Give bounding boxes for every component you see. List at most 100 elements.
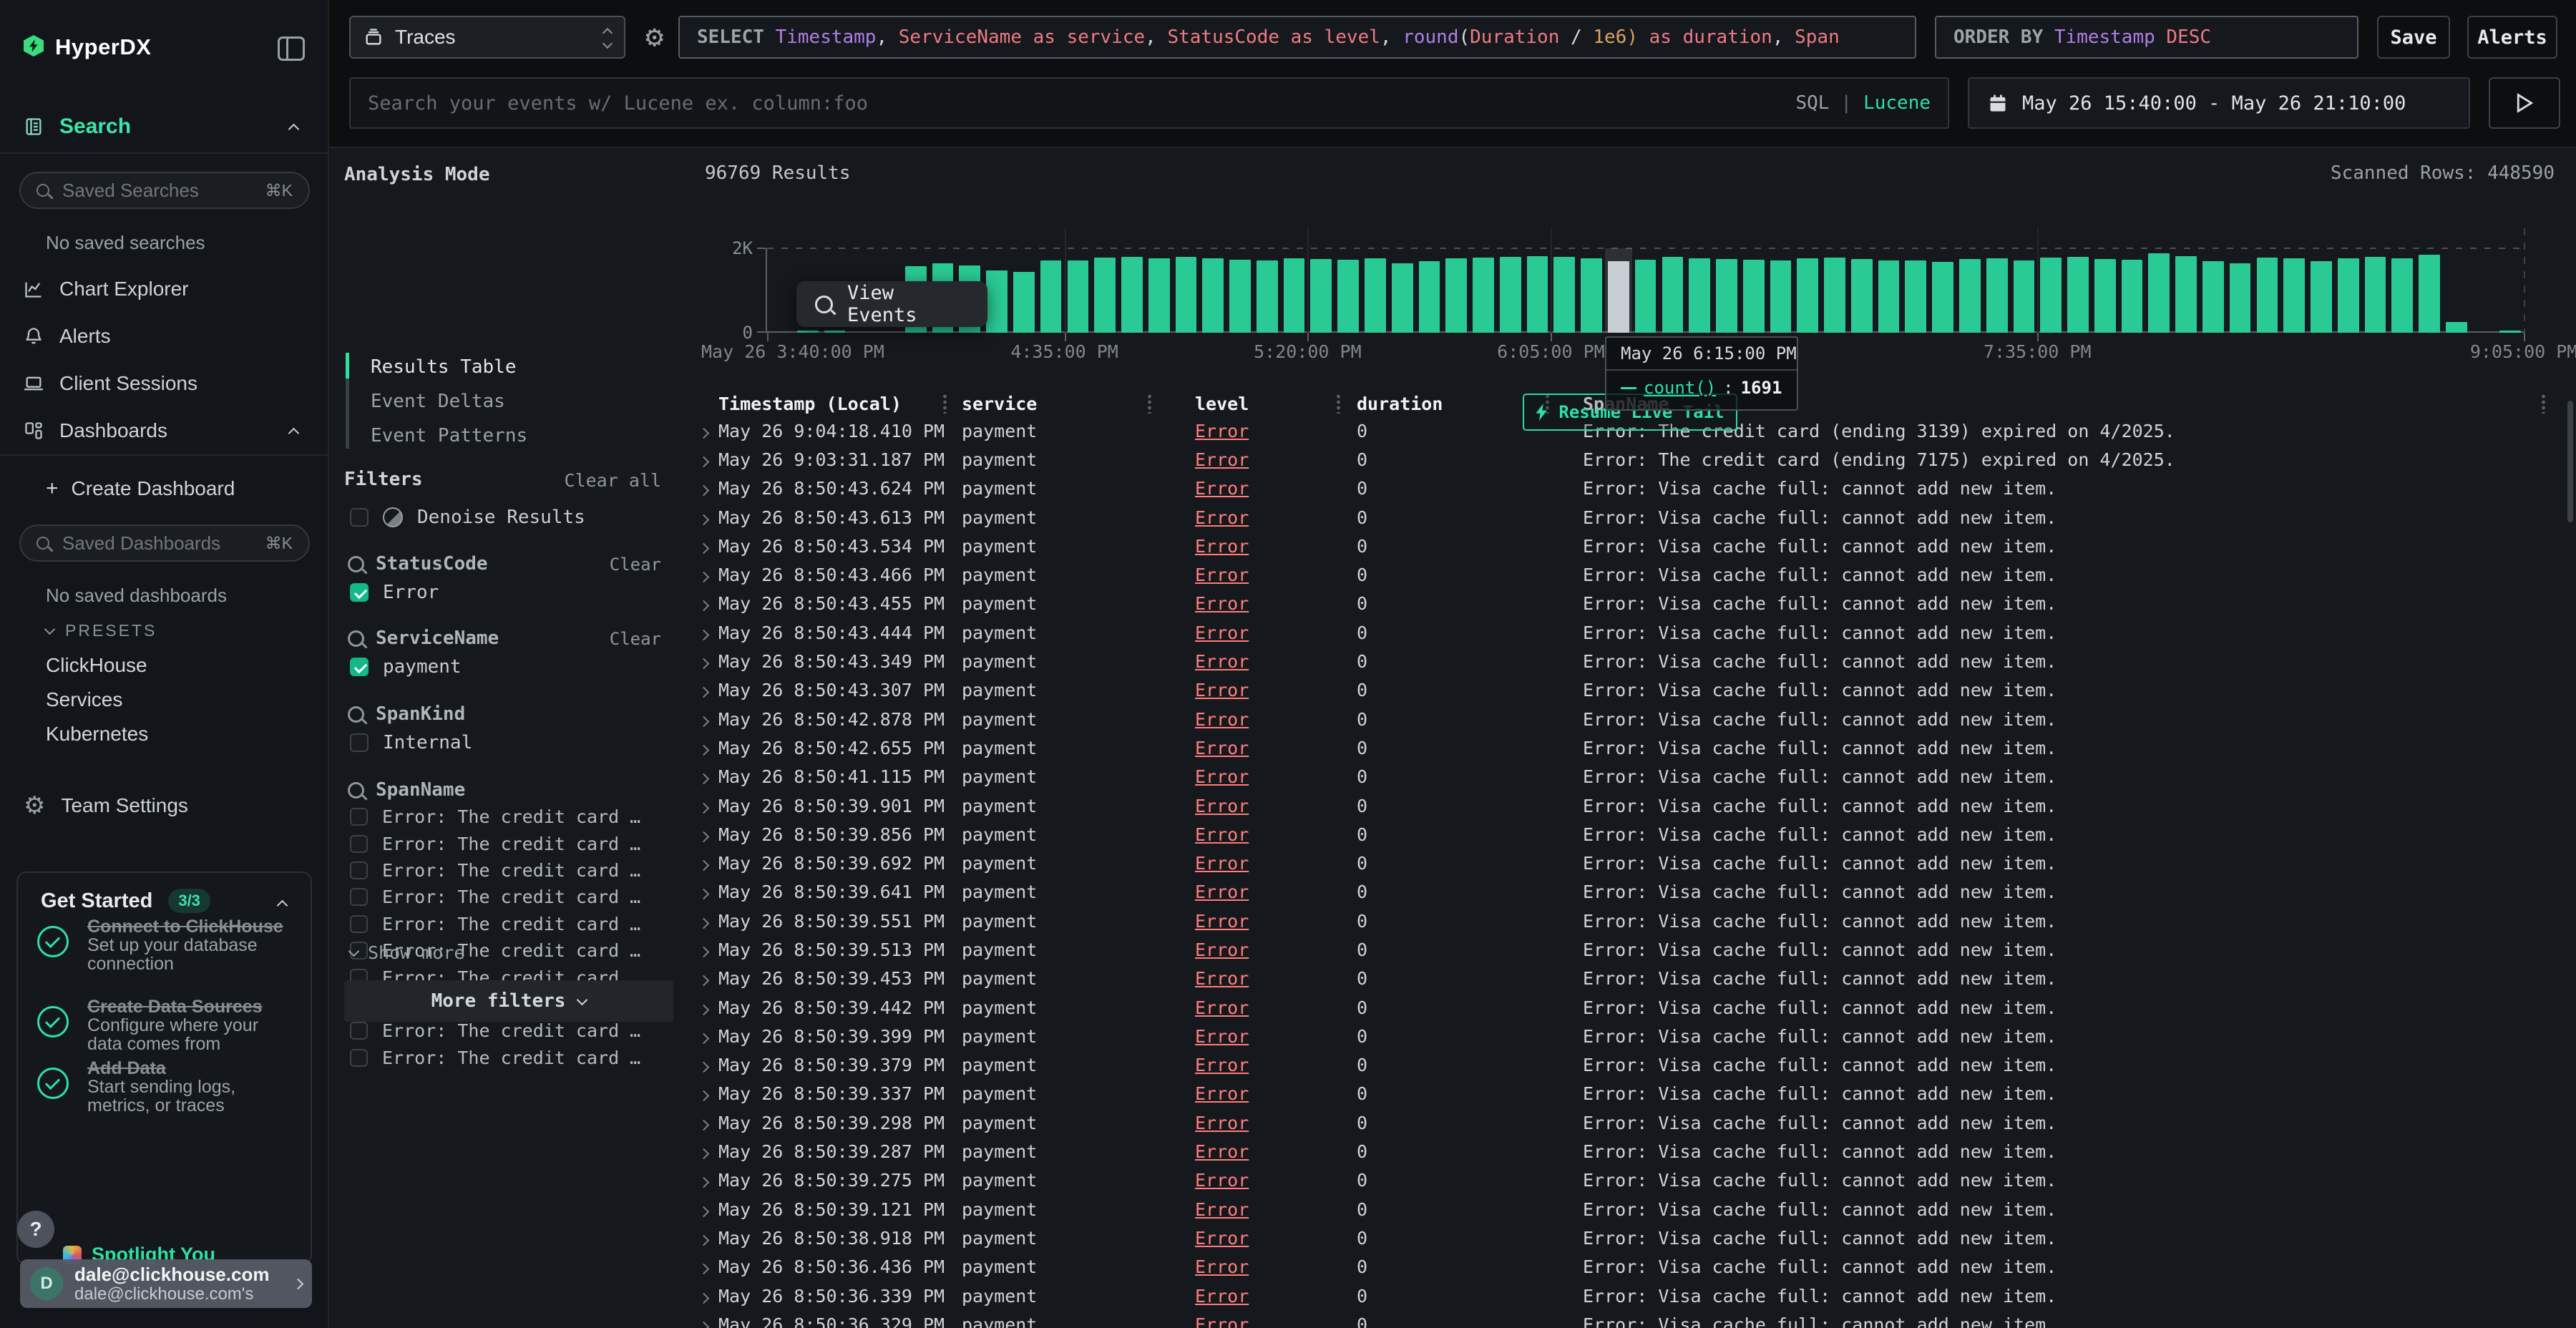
histogram-bar[interactable] — [1121, 257, 1143, 333]
more-filters-button[interactable]: More filters — [344, 980, 673, 1022]
histogram-bar[interactable] — [1310, 259, 1332, 333]
expand-row-chevron-icon[interactable] — [698, 456, 710, 468]
col-level[interactable]: level — [1195, 394, 1357, 414]
histogram-bar[interactable] — [2257, 258, 2278, 333]
expand-row-chevron-icon[interactable] — [698, 514, 710, 525]
checkbox-icon[interactable] — [350, 915, 368, 933]
table-row[interactable]: May 26 8:50:39.453 PMpaymentError0Error:… — [694, 965, 2576, 993]
lang-sql-option[interactable]: SQL — [1795, 92, 1829, 114]
histogram-bar[interactable] — [1689, 258, 1710, 333]
expand-row-chevron-icon[interactable] — [698, 1148, 710, 1160]
expand-row-chevron-icon[interactable] — [698, 947, 710, 958]
expand-row-chevron-icon[interactable] — [698, 716, 710, 727]
histogram-bar[interactable] — [1986, 258, 2008, 333]
histogram-bar[interactable] — [824, 331, 846, 333]
histogram-bar[interactable] — [2175, 256, 2197, 333]
histogram-bar[interactable] — [1878, 260, 1900, 333]
histogram-bar[interactable] — [2202, 261, 2224, 333]
collapse-sidebar-icon[interactable] — [278, 36, 305, 61]
expand-row-chevron-icon[interactable] — [698, 831, 710, 843]
sidebar-item-dashboards[interactable]: Dashboards — [0, 411, 329, 451]
expand-row-chevron-icon[interactable] — [698, 1264, 710, 1275]
histogram-bar[interactable] — [1824, 258, 1845, 333]
column-resize-handle-icon[interactable] — [2542, 394, 2545, 414]
get-started-item[interactable]: Create Data Sources Configure where your… — [87, 997, 296, 1053]
table-row[interactable]: May 26 8:50:43.624 PMpaymentError0Error:… — [694, 474, 2576, 503]
checkbox-checked-icon[interactable] — [350, 583, 369, 602]
histogram-bar[interactable] — [1229, 260, 1251, 333]
histogram-bar[interactable] — [2419, 255, 2440, 333]
filter-option-payment[interactable]: payment — [350, 656, 462, 678]
denoise-results-option[interactable]: Denoise Results — [350, 507, 585, 528]
get-started-item[interactable]: Connect to ClickHouse Set up your databa… — [87, 917, 296, 973]
source-select[interactable]: Traces — [349, 16, 625, 59]
expand-row-chevron-icon[interactable] — [698, 572, 710, 583]
histogram-bar[interactable] — [1608, 261, 1629, 333]
histogram-bar[interactable] — [1445, 258, 1467, 333]
histogram-bar[interactable] — [1553, 257, 1575, 333]
histogram-bar[interactable] — [2094, 259, 2116, 333]
checkbox-icon[interactable] — [350, 861, 368, 879]
sidebar-item-chart-explorer[interactable]: Chart Explorer — [0, 269, 329, 309]
histogram-bar[interactable] — [1770, 260, 1792, 333]
expand-row-chevron-icon[interactable] — [698, 600, 710, 612]
col-timestamp[interactable]: Timestamp (Local) — [718, 394, 962, 414]
table-row[interactable]: May 26 8:50:39.399 PMpaymentError0Error:… — [694, 1022, 2576, 1050]
table-row[interactable]: May 26 8:50:43.349 PMpaymentError0Error:… — [694, 647, 2576, 675]
table-row[interactable]: May 26 8:50:39.275 PMpaymentError0Error:… — [694, 1166, 2576, 1195]
sidebar-item-search[interactable]: Search — [0, 107, 329, 147]
checkbox-icon[interactable] — [350, 1022, 368, 1040]
table-row[interactable]: May 26 8:50:43.534 PMpaymentError0Error:… — [694, 532, 2576, 560]
expand-row-chevron-icon[interactable] — [698, 543, 710, 555]
checkbox-icon[interactable] — [350, 733, 369, 752]
checkbox-icon[interactable] — [350, 835, 368, 853]
table-row[interactable]: May 26 8:50:42.655 PMpaymentError0Error:… — [694, 733, 2576, 762]
clear-servicename-button[interactable]: Clear — [610, 629, 661, 649]
histogram-bar[interactable] — [2148, 253, 2170, 333]
histogram-bar[interactable] — [1500, 257, 1521, 333]
histogram-bar[interactable] — [2014, 260, 2035, 333]
filter-option-error[interactable]: Error — [350, 582, 439, 603]
table-row[interactable]: May 26 8:50:39.856 PMpaymentError0Error:… — [694, 820, 2576, 849]
histogram-bar[interactable] — [2283, 258, 2305, 333]
checkbox-icon[interactable] — [350, 1049, 368, 1067]
histogram-bar[interactable] — [2338, 258, 2359, 333]
table-row[interactable]: May 26 8:50:41.115 PMpaymentError0Error:… — [694, 763, 2576, 791]
histogram-bar[interactable] — [1716, 259, 1737, 333]
clear-all-button[interactable]: Clear all — [565, 470, 661, 491]
expand-row-chevron-icon[interactable] — [698, 745, 710, 756]
histogram-bar[interactable] — [1581, 258, 1602, 333]
histogram-bar[interactable] — [1176, 257, 1197, 333]
sidebar-item-client-sessions[interactable]: Client Sessions — [0, 363, 329, 404]
table-row[interactable]: May 26 8:50:39.692 PMpaymentError0Error:… — [694, 849, 2576, 877]
sql-select-editor[interactable]: SELECT Timestamp, ServiceName as service… — [678, 16, 1916, 59]
histogram-bar[interactable] — [1365, 258, 1386, 333]
saved-dashboards-input[interactable]: Saved Dashboards ⌘K — [19, 524, 310, 562]
table-row[interactable]: May 26 8:50:39.442 PMpaymentError0Error:… — [694, 993, 2576, 1022]
expand-row-chevron-icon[interactable] — [698, 889, 710, 900]
histogram-bar[interactable] — [1851, 259, 1873, 333]
column-resize-handle-icon[interactable] — [1337, 394, 1340, 414]
preset-services[interactable]: Services — [46, 688, 122, 711]
expand-row-chevron-icon[interactable] — [698, 802, 710, 814]
filter-option-spanname[interactable]: Error: The credit card … — [350, 911, 640, 937]
table-row[interactable]: May 26 8:50:43.455 PMpaymentError0Error:… — [694, 590, 2576, 618]
table-row[interactable]: May 26 8:50:39.121 PMpaymentError0Error:… — [694, 1195, 2576, 1224]
filter-option-spanname[interactable]: Error: The credit card … — [350, 804, 640, 830]
histogram-bar[interactable] — [1337, 260, 1359, 333]
show-more-button[interactable]: Show more — [350, 942, 464, 963]
expand-row-chevron-icon[interactable] — [698, 1062, 710, 1073]
expand-row-chevron-icon[interactable] — [698, 1177, 710, 1188]
save-button[interactable]: Save — [2377, 16, 2450, 59]
filter-option-spanname[interactable]: Error: The credit card … — [350, 830, 640, 856]
expand-row-chevron-icon[interactable] — [698, 1322, 710, 1328]
histogram-bar[interactable] — [1662, 257, 1684, 333]
histogram-bar[interactable] — [2067, 257, 2089, 333]
histogram-bar[interactable] — [2230, 263, 2251, 333]
column-resize-handle-icon[interactable] — [1148, 394, 1151, 414]
mode-event-deltas[interactable]: Event Deltas — [371, 389, 643, 414]
presets-toggle[interactable]: PRESETS — [46, 621, 157, 640]
histogram-bar[interactable] — [1013, 272, 1035, 333]
table-scrollbar[interactable] — [2567, 401, 2573, 522]
mode-results-table[interactable]: Results Table — [371, 354, 643, 380]
